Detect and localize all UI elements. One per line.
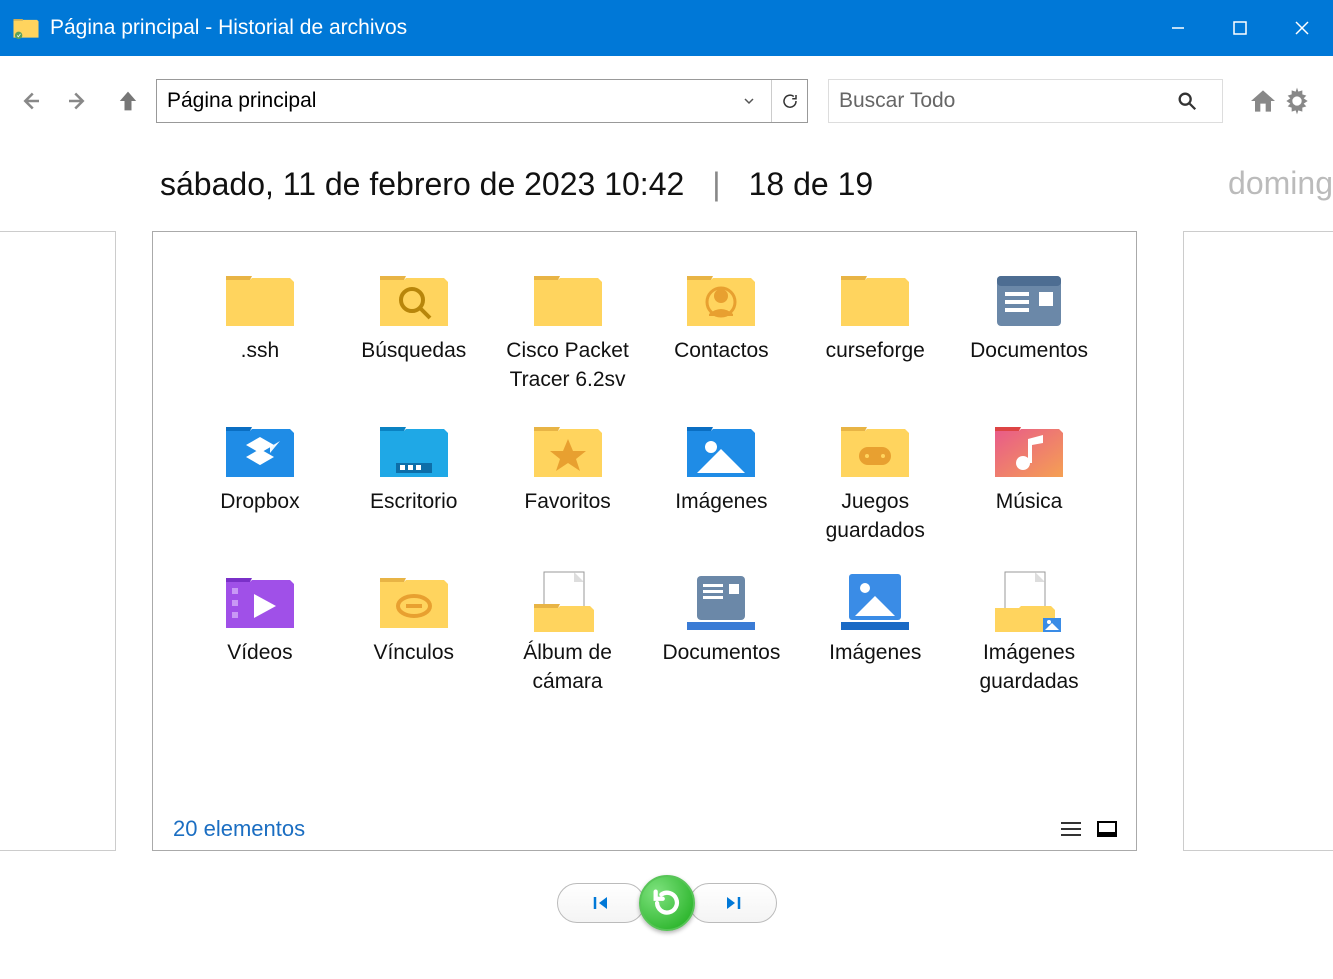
file-label: Escritorio xyxy=(370,487,458,516)
folder-contacts-icon xyxy=(682,264,760,336)
file-label: Imágenes guardadas xyxy=(959,638,1099,697)
titlebar: Página principal - Historial de archivos xyxy=(0,0,1333,56)
file-item[interactable]: Búsquedas xyxy=(337,260,491,399)
file-item[interactable]: Imágenes xyxy=(644,411,798,550)
file-label: Vídeos xyxy=(227,638,292,667)
file-item[interactable]: curseforge xyxy=(798,260,952,399)
file-item[interactable]: Escritorio xyxy=(337,411,491,550)
search-bar xyxy=(828,79,1223,123)
folder-dropbox-icon xyxy=(221,415,299,487)
address-dropdown-icon[interactable] xyxy=(743,95,771,107)
folder-star-icon xyxy=(529,415,607,487)
file-item[interactable]: Música xyxy=(952,411,1106,550)
file-label: Búsquedas xyxy=(361,336,466,365)
file-item[interactable]: Juegos guardados xyxy=(798,411,952,550)
icons-view-button[interactable] xyxy=(1092,816,1122,842)
back-button[interactable] xyxy=(14,86,44,116)
library-camera-icon xyxy=(529,566,607,638)
folder-pictures-icon xyxy=(682,415,760,487)
file-label: curseforge xyxy=(826,336,925,365)
maximize-button[interactable] xyxy=(1209,0,1271,56)
file-item[interactable]: Imágenes xyxy=(798,562,952,701)
navigation-controls xyxy=(0,875,1333,931)
file-item[interactable]: Dropbox xyxy=(183,411,337,550)
app-icon xyxy=(12,14,40,42)
next-snapshot-preview: doming xyxy=(1228,165,1333,202)
snapshot-date: sábado, 11 de febrero de 2023 10:42 xyxy=(160,166,684,203)
file-item[interactable]: Álbum de cámara xyxy=(491,562,645,701)
date-header: sábado, 11 de febrero de 2023 10:42 | 18… xyxy=(0,146,1333,231)
file-list[interactable]: .ssh Búsquedas Cisco Packet Tracer 6.2sv Co… xyxy=(153,232,1136,808)
folder-search-icon xyxy=(375,264,453,336)
folder-desktop-icon xyxy=(375,415,453,487)
close-button[interactable] xyxy=(1271,0,1333,56)
file-label: Música xyxy=(996,487,1063,516)
documents-lib-icon xyxy=(990,264,1068,336)
details-view-button[interactable] xyxy=(1056,816,1086,842)
library-saved-icon xyxy=(990,566,1068,638)
file-label: Contactos xyxy=(674,336,769,365)
refresh-button[interactable] xyxy=(771,80,807,122)
file-label: Documentos xyxy=(662,638,780,667)
file-item[interactable]: Documentos xyxy=(952,260,1106,399)
file-label: .ssh xyxy=(241,336,280,365)
folder-icon xyxy=(529,264,607,336)
forward-button[interactable] xyxy=(64,86,94,116)
file-label: Álbum de cámara xyxy=(498,638,638,697)
restore-button[interactable] xyxy=(639,875,695,931)
search-input[interactable] xyxy=(829,80,1176,122)
file-item[interactable]: .ssh xyxy=(183,260,337,399)
toolbar xyxy=(0,56,1333,146)
status-bar: 20 elementos xyxy=(153,808,1136,850)
folder-videos-icon xyxy=(221,566,299,638)
file-item[interactable]: Contactos xyxy=(644,260,798,399)
gear-icon[interactable] xyxy=(1281,85,1313,117)
file-label: Documentos xyxy=(970,336,1088,365)
date-separator: | xyxy=(712,166,720,203)
home-icon[interactable] xyxy=(1247,85,1279,117)
file-label: Imágenes xyxy=(829,638,921,667)
minimize-button[interactable] xyxy=(1147,0,1209,56)
file-label: Favoritos xyxy=(524,487,610,516)
item-count: 20 elementos xyxy=(173,816,305,842)
file-item[interactable]: Vídeos xyxy=(183,562,337,701)
next-snapshot-panel[interactable] xyxy=(1183,231,1333,851)
main-panel: .ssh Búsquedas Cisco Packet Tracer 6.2sv Co… xyxy=(152,231,1137,851)
file-item[interactable]: Favoritos xyxy=(491,411,645,550)
file-label: Juegos guardados xyxy=(805,487,945,546)
file-item[interactable]: Imágenes guardadas xyxy=(952,562,1106,701)
snapshot-position: 18 de 19 xyxy=(749,166,874,203)
file-item[interactable]: Documentos xyxy=(644,562,798,701)
previous-snapshot-panel[interactable] xyxy=(0,231,116,851)
file-label: Cisco Packet Tracer 6.2sv xyxy=(498,336,638,395)
search-icon[interactable] xyxy=(1176,90,1222,112)
folder-music-icon xyxy=(990,415,1068,487)
address-bar xyxy=(156,79,808,123)
library-docs-icon xyxy=(682,566,760,638)
file-item[interactable]: Vínculos xyxy=(337,562,491,701)
previous-version-button[interactable] xyxy=(557,883,645,923)
library-pics-icon xyxy=(836,566,914,638)
folder-icon xyxy=(836,264,914,336)
file-item[interactable]: Cisco Packet Tracer 6.2sv xyxy=(491,260,645,399)
address-input[interactable] xyxy=(157,80,743,122)
window-title: Página principal - Historial de archivos xyxy=(50,16,407,40)
file-label: Dropbox xyxy=(220,487,299,516)
up-button[interactable] xyxy=(114,87,142,115)
next-version-button[interactable] xyxy=(689,883,777,923)
folder-links-icon xyxy=(375,566,453,638)
file-label: Vínculos xyxy=(373,638,454,667)
file-label: Imágenes xyxy=(675,487,767,516)
folder-icon xyxy=(221,264,299,336)
folder-games-icon xyxy=(836,415,914,487)
